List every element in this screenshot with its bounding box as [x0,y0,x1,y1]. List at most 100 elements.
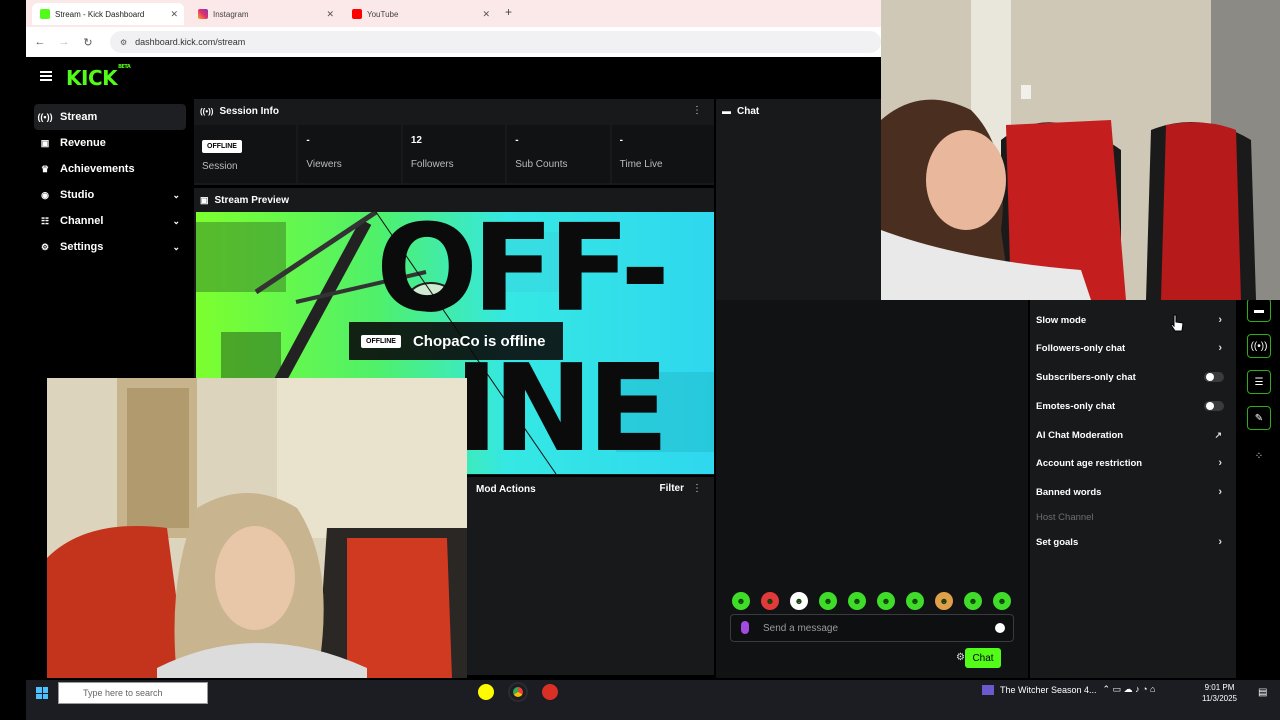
tab-bar: Stream - Kick Dashboard ✕ Instagram ✕ Yo… [26,0,881,27]
broadcast-icon[interactable]: ((•)) [1247,334,1271,358]
browser-tab-instagram[interactable]: Instagram ✕ [190,3,340,25]
reload-icon[interactable]: ↻ [76,36,100,49]
browser-tab-kick-dashboard[interactable]: Stream - Kick Dashboard ✕ [32,3,184,25]
emote-icon[interactable]: ☻ [935,592,953,610]
setting-followers-only[interactable]: Followers-only chat › [1036,338,1230,358]
setting-account-age[interactable]: Account age restriction › [1036,453,1230,473]
logo-beta-tag: BETA [118,64,131,71]
close-tab-icon[interactable]: ✕ [482,9,490,20]
offline-badge: OFFLINE [361,334,401,348]
emote-icon[interactable]: ☻ [993,592,1011,610]
stat-value: 12 [410,135,422,146]
emote-icon[interactable]: ☻ [906,592,924,610]
microphone-icon[interactable] [741,621,749,634]
hamburger-menu-icon[interactable] [40,71,52,81]
close-tab-icon[interactable]: ✕ [326,9,334,20]
sidebar-item-settings[interactable]: ⚙ Settings ⌄ [34,234,186,260]
kick-logo[interactable]: KICKBETA [66,64,131,90]
stat-label: Sub Counts [515,159,568,170]
chevron-down-icon: ⌄ [172,189,180,200]
url-field[interactable]: ⚙ dashboard.kick.com/stream [110,31,881,53]
emote-icon[interactable]: ☻ [732,592,750,610]
setting-ai-moderation[interactable]: AI Chat Moderation ↗ [1036,425,1230,445]
notification-center-icon[interactable]: ▤ [1258,687,1267,698]
new-tab-icon[interactable]: + [505,5,512,19]
setting-subscribers-only[interactable]: Subscribers-only chat [1036,367,1230,387]
emote-icon[interactable]: ☻ [964,592,982,610]
more-options-icon[interactable]: ⋮ [692,483,702,494]
emote-icon[interactable]: ☻ [790,592,808,610]
obs-app-icon[interactable] [542,684,558,700]
broadcast-icon: ▣ [200,194,209,205]
wrench-icon[interactable]: ✎ [1247,406,1271,430]
gear-icon: ⚙ [40,241,50,252]
sidebar-item-label: Studio [60,189,95,201]
setting-banned-words[interactable]: Banned words › [1036,482,1230,502]
setting-label: Subscribers-only chat [1036,371,1136,383]
emoji-picker-icon[interactable] [995,623,1005,633]
setting-label: Set goals [1036,536,1079,548]
chevron-down-icon: ⌄ [172,241,180,252]
taskbar-left [26,680,48,706]
chat-settings-gear-icon[interactable]: ⚙ [956,652,965,663]
media-app-icon[interactable] [982,684,994,695]
broadcast-icon: ((•)) [37,112,53,122]
share-icon[interactable]: ⁘ [1247,444,1271,468]
setting-label: Slow mode [1036,314,1087,326]
emote-icon[interactable]: ☻ [761,592,779,610]
close-tab-icon[interactable]: ✕ [170,9,178,20]
chat-input-placeholder: Send a message [763,622,839,634]
media-title[interactable]: The Witcher Season 4... [1000,685,1097,695]
emotes-only-toggle[interactable] [1204,401,1224,411]
snapchat-app-icon[interactable] [478,684,494,700]
studio-icon: ◉ [41,189,49,200]
sidebar-item-stream[interactable]: ((•)) Stream [34,104,186,130]
more-options-icon[interactable]: ⋮ [692,105,702,116]
sidebar-item-label: Channel [60,215,104,227]
tab-label: YouTube [367,9,399,19]
stat-label: Followers [410,159,454,170]
emote-icon[interactable]: ☻ [819,592,837,610]
setting-host-channel: Host Channel [1036,507,1230,527]
sidebar-item-revenue[interactable]: ▣ Revenue [34,130,186,156]
sidebar-item-achievements[interactable]: ♛ Achievements [34,156,186,182]
send-chat-button[interactable]: Chat [965,648,1001,668]
subscribers-only-toggle[interactable] [1204,372,1224,382]
emote-icon[interactable]: ☻ [848,592,866,610]
emote-bar: ☻ ☻ ☻ ☻ ☻ ☻ ☻ ☻ ☻ ☻ [732,592,1011,610]
sidebar-item-channel[interactable]: ☷ Channel ⌄ [34,208,186,234]
money-icon: ▣ [40,137,50,148]
clock-date: 11/3/2025 [1202,694,1237,703]
system-clock[interactable]: 9:01 PM 11/3/2025 [1202,682,1237,704]
windows-start-icon[interactable] [36,687,48,699]
chat-message-input[interactable]: Send a message [730,614,1014,642]
chevron-right-icon: › [1218,486,1222,498]
taskbar-search-field[interactable]: Type here to search [58,682,208,704]
chat-bubble-icon[interactable]: ▬ [1247,298,1271,322]
sidebar-item-label: Achievements [60,163,135,175]
forward-arrow-icon[interactable]: → [52,36,76,48]
panel-title: Session Info [219,105,279,117]
browser-tab-youtube[interactable]: YouTube ✕ [344,3,496,25]
site-info-icon[interactable]: ⚙ [120,38,127,47]
stat-label: Session [202,161,238,172]
setting-set-goals[interactable]: Set goals › [1036,532,1230,552]
back-arrow-icon[interactable]: ← [28,36,52,48]
sidebar-item-studio[interactable]: ◉ Studio ⌄ [34,182,186,208]
session-info-header: ((•)) Session Info [194,99,714,123]
setting-slow-mode[interactable]: Slow mode › [1036,310,1230,330]
tab-label: Stream - Kick Dashboard [55,9,145,19]
setting-emotes-only[interactable]: Emotes-only chat [1036,396,1230,416]
status-badge: OFFLINE [202,140,242,153]
stat-label: Time Live [619,159,663,170]
sidebar-nav: ((•)) Stream ▣ Revenue ♛ Achievements ◉ … [34,104,186,260]
tray-icons[interactable]: ⌃ ▭ ☁ ♪ ◔ ⌂ [1103,684,1156,695]
sidebar-item-label: Stream [60,111,98,123]
list-icon[interactable]: ☰ [1247,370,1271,394]
chevron-right-icon: › [1218,342,1222,354]
panel-title: Chat [737,105,760,117]
chrome-app-icon[interactable] [508,682,528,702]
emote-icon[interactable]: ☻ [877,592,895,610]
filter-button[interactable]: Filter [660,483,684,494]
webcam-video-left [47,378,467,678]
